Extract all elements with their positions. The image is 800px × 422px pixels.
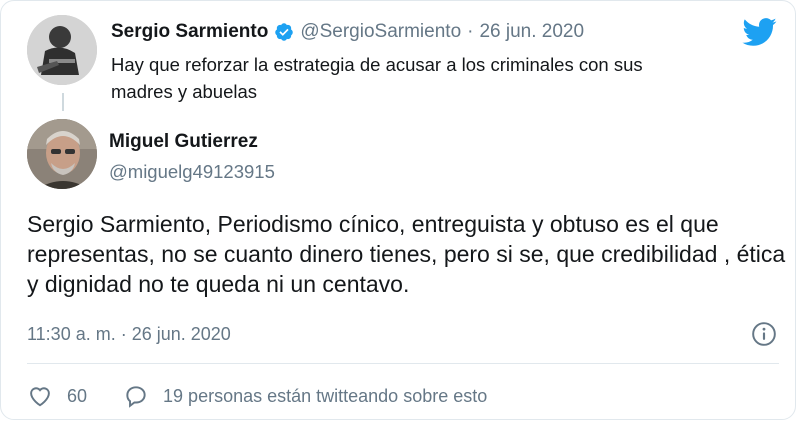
info-icon[interactable]	[751, 321, 777, 347]
quoted-tweet[interactable]: Sergio Sarmiento @SergioSarmiento · 26 j…	[27, 15, 767, 110]
verified-badge-icon	[275, 23, 294, 41]
quoted-tweet-header: Sergio Sarmiento @SergioSarmiento · 26 j…	[111, 19, 584, 45]
quoted-tweet-text: Hay que reforzar la estrategia de acusar…	[111, 54, 643, 102]
like-button[interactable]: 60	[27, 383, 123, 409]
speech-bubble-icon	[126, 386, 146, 408]
conversation-button[interactable]: 19 personas están twitteando sobre esto	[123, 383, 487, 409]
author-name[interactable]: Miguel Gutierrez	[109, 131, 258, 153]
conversation-text: 19 personas están twitteando sobre esto	[163, 385, 488, 406]
heart-icon	[30, 387, 50, 407]
author-name[interactable]: Sergio Sarmiento	[111, 21, 268, 43]
twitter-bird-icon[interactable]	[741, 17, 777, 47]
tweet-timestamp[interactable]: 11:30 a. m. · 26 jun. 2020	[27, 324, 231, 345]
tweet-text: Sergio Sarmiento, Periodismo cínico, ent…	[27, 211, 786, 297]
author-handle[interactable]: @SergioSarmiento	[300, 21, 461, 43]
separator-dot: ·	[467, 21, 474, 42]
avatar[interactable]	[27, 119, 97, 189]
tweet-card: Sergio Sarmiento @SergioSarmiento · 26 j…	[0, 0, 796, 420]
avatar[interactable]	[27, 15, 97, 85]
author-handle[interactable]: @miguelg49123915	[109, 161, 275, 183]
thread-connector-line	[62, 93, 64, 111]
divider	[27, 363, 779, 364]
tweet-date[interactable]: 26 jun. 2020	[479, 21, 584, 43]
tweet-actions: 60 19 personas están twitteando sobre es…	[27, 379, 487, 413]
like-count: 60	[67, 385, 88, 406]
